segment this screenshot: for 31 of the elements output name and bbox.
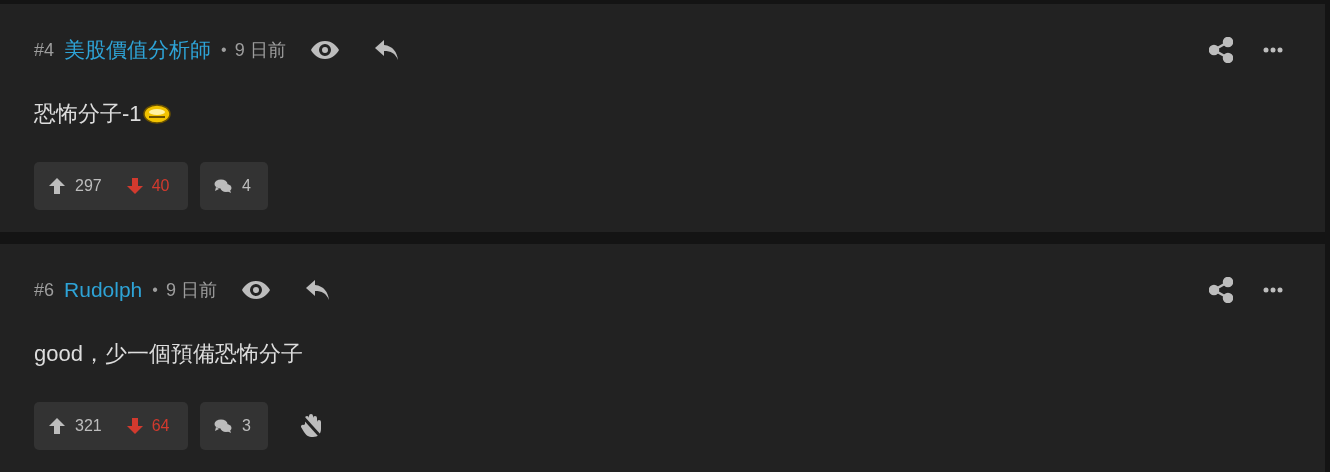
upvote-count: 297 bbox=[75, 176, 102, 196]
eye-icon[interactable] bbox=[240, 280, 271, 300]
comments-button[interactable]: 3 bbox=[200, 402, 268, 450]
share-icon[interactable] bbox=[1209, 277, 1233, 303]
more-icon[interactable] bbox=[1263, 47, 1283, 53]
comments-button[interactable]: 4 bbox=[200, 162, 268, 210]
post-number: #6 bbox=[34, 278, 55, 302]
downvote-icon[interactable] bbox=[125, 177, 144, 195]
post-content: 恐怖分子-1 bbox=[34, 99, 142, 128]
post-number: #4 bbox=[34, 38, 55, 62]
post-content: good，少一個預備恐怖分子 bbox=[34, 339, 303, 368]
separator: • bbox=[221, 40, 227, 60]
more-icon[interactable] bbox=[1263, 287, 1283, 293]
upvote-count: 321 bbox=[75, 416, 102, 436]
post-time: 9 日前 bbox=[165, 278, 217, 302]
reply-icon[interactable] bbox=[304, 279, 331, 301]
downvote-count: 40 bbox=[151, 176, 170, 196]
downvote-count: 64 bbox=[151, 416, 170, 436]
reply-icon[interactable] bbox=[373, 39, 400, 61]
upvote-icon[interactable] bbox=[48, 177, 66, 195]
post-time: 9 日前 bbox=[234, 38, 286, 62]
eye-icon[interactable] bbox=[309, 40, 340, 60]
downvote-icon[interactable] bbox=[125, 417, 144, 435]
separator: • bbox=[152, 280, 158, 300]
chat-icon bbox=[214, 178, 232, 194]
share-icon[interactable] bbox=[1209, 37, 1233, 63]
author-link[interactable]: Rudolph bbox=[64, 274, 143, 306]
author-link[interactable]: 美股價值分析師 bbox=[64, 34, 212, 66]
hand-icon[interactable] bbox=[300, 414, 322, 438]
chat-icon bbox=[214, 418, 232, 434]
upvote-icon[interactable] bbox=[48, 417, 66, 435]
